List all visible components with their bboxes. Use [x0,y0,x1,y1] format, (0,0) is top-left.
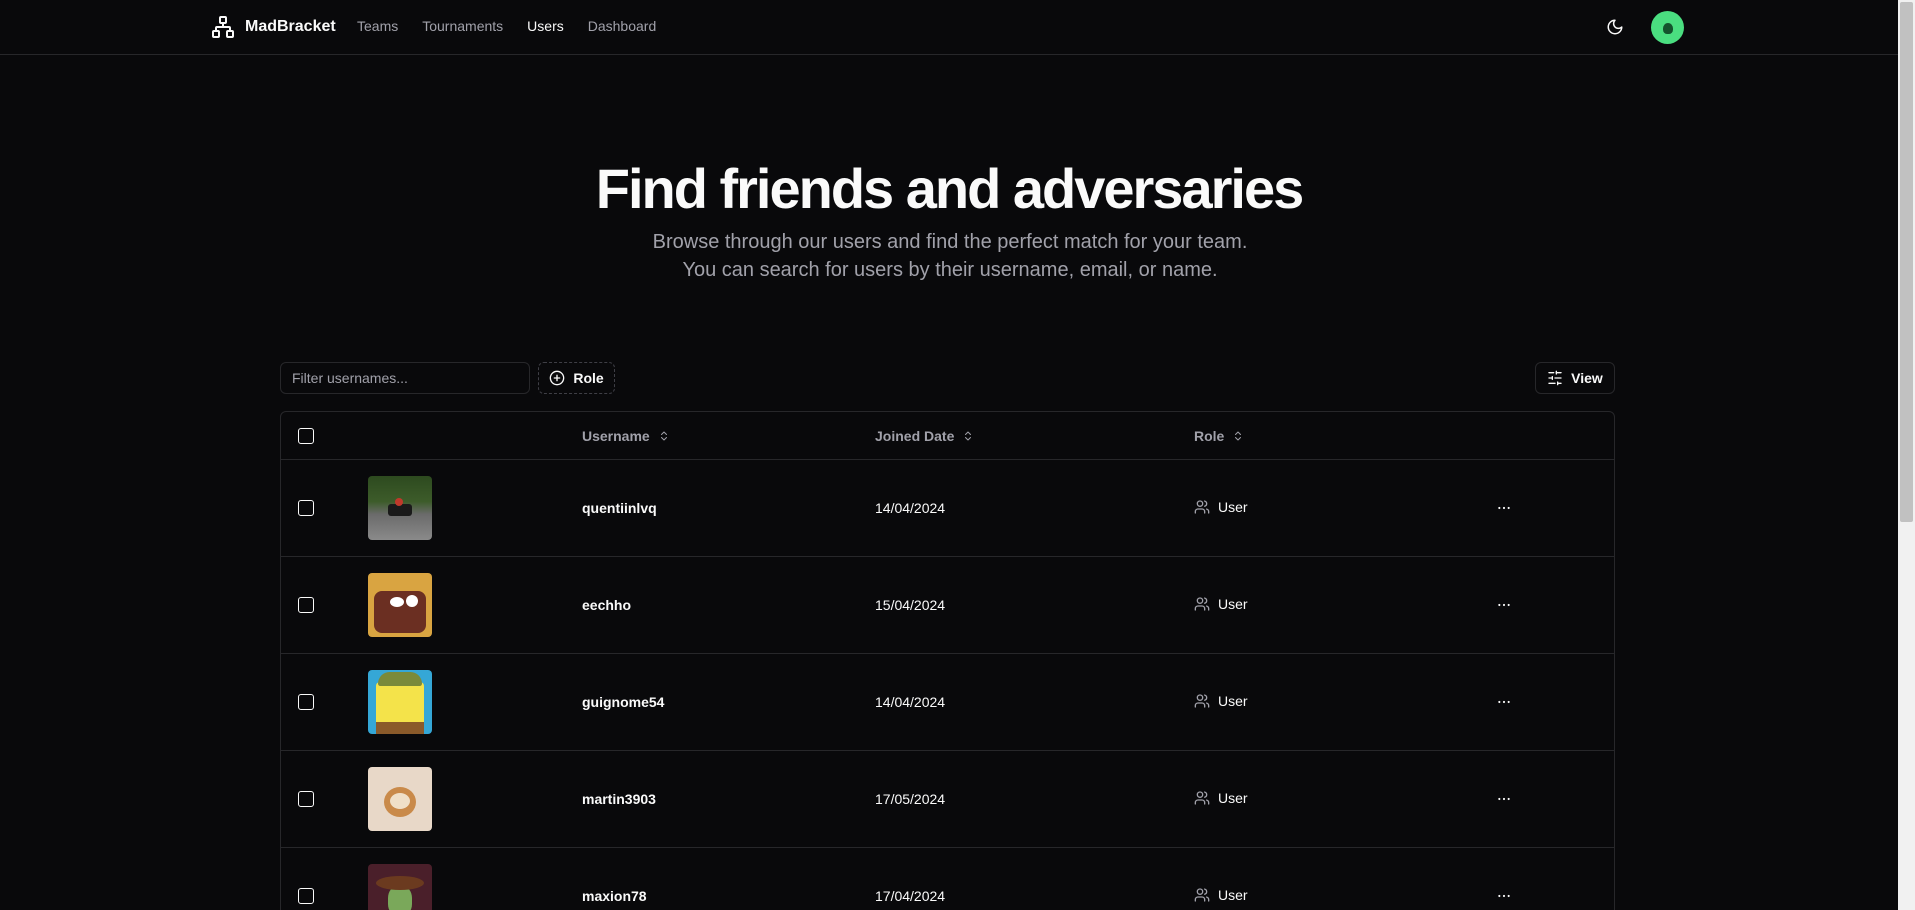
page-title: Find friends and adversaries [595,157,1304,220]
scrollbar-thumb[interactable] [1900,2,1913,522]
top-navbar: MadBracket Teams Tournaments Users Dashb… [0,0,1898,55]
sliders-icon [1548,370,1562,386]
row-actions-button[interactable] [1494,692,1514,712]
avatar-image [1663,23,1673,34]
role-filter-label: Role [573,370,604,386]
column-username-label: Username [582,428,650,444]
brand-name: MadBracket [245,18,336,35]
main-nav: Teams Tournaments Users Dashboard [357,18,656,34]
network-icon [212,16,234,38]
more-horizontal-icon [1498,603,1510,607]
row-checkbox[interactable] [298,597,314,613]
more-horizontal-icon [1498,700,1510,704]
role-label: User [1218,693,1248,709]
table-row: eechho 15/04/2024 User [281,557,1614,654]
select-all-checkbox[interactable] [298,428,314,444]
row-checkbox[interactable] [298,500,314,516]
username-cell[interactable]: guignome54 [582,694,664,710]
role-label: User [1218,499,1248,515]
users-icon [1194,597,1210,611]
view-options-label: View [1571,370,1603,386]
role-cell: User [1194,790,1248,806]
joined-date-cell: 14/04/2024 [875,694,946,710]
sort-icon [1235,431,1242,441]
username-cell[interactable]: quentiinlvq [582,500,657,516]
table-row: quentiinlvq 14/04/2024 User [281,460,1614,557]
user-avatar-image [368,476,432,540]
username-cell[interactable]: eechho [582,597,631,613]
user-avatar-image [368,767,432,831]
theme-toggle-button[interactable] [1603,15,1627,39]
row-actions-button[interactable] [1494,595,1514,615]
role-label: User [1218,596,1248,612]
view-options-button[interactable]: View [1535,362,1615,394]
joined-date-cell: 17/04/2024 [875,888,946,904]
user-avatar-image [368,864,432,910]
users-icon [1194,888,1210,902]
sort-icon [965,431,972,441]
table-header: Username Joined Date Role [281,412,1614,460]
page-scrollbar[interactable] [1898,0,1915,910]
column-username[interactable]: Username [582,428,670,444]
nav-teams[interactable]: Teams [357,18,398,34]
role-cell: User [1194,499,1248,515]
role-cell: User [1194,596,1248,612]
more-horizontal-icon [1498,894,1510,898]
users-table: Username Joined Date Role quentiinlvq 14… [280,411,1615,910]
username-cell[interactable]: martin3903 [582,791,656,807]
brand-logo[interactable]: MadBracket [211,14,336,40]
moon-icon [1607,19,1623,35]
row-checkbox[interactable] [298,888,314,904]
joined-date-cell: 14/04/2024 [875,500,946,516]
plus-circle-icon [549,370,565,386]
filter-usernames-input[interactable] [280,362,530,394]
sort-icon [660,431,667,441]
table-row: martin3903 17/05/2024 User [281,751,1614,848]
column-role-label: Role [1194,428,1225,444]
column-role[interactable]: Role [1194,428,1244,444]
column-joined-label: Joined Date [875,428,955,444]
more-horizontal-icon [1498,506,1510,510]
row-actions-button[interactable] [1494,789,1514,809]
column-joined-date[interactable]: Joined Date [875,428,974,444]
row-actions-button[interactable] [1494,886,1514,906]
users-icon [1194,694,1210,708]
nav-users[interactable]: Users [527,18,564,34]
row-checkbox[interactable] [298,791,314,807]
username-cell[interactable]: maxion78 [582,888,647,904]
role-label: User [1218,790,1248,806]
joined-date-cell: 17/05/2024 [875,791,946,807]
table-row: guignome54 14/04/2024 User [281,654,1614,751]
role-cell: User [1194,887,1248,903]
role-cell: User [1194,693,1248,709]
nav-tournaments[interactable]: Tournaments [422,18,503,34]
role-label: User [1218,887,1248,903]
page-subtitle: Browse through our users and find the pe… [652,231,1248,281]
row-actions-button[interactable] [1494,498,1514,518]
user-avatar-image [368,670,432,734]
row-checkbox[interactable] [298,694,314,710]
user-avatar-image [368,573,432,637]
more-horizontal-icon [1498,797,1510,801]
joined-date-cell: 15/04/2024 [875,597,946,613]
user-avatar[interactable] [1651,11,1684,44]
users-icon [1194,500,1210,514]
users-icon [1194,791,1210,805]
nav-dashboard[interactable]: Dashboard [588,18,657,34]
table-row: maxion78 17/04/2024 User [281,848,1614,910]
role-filter-button[interactable]: Role [538,362,615,394]
